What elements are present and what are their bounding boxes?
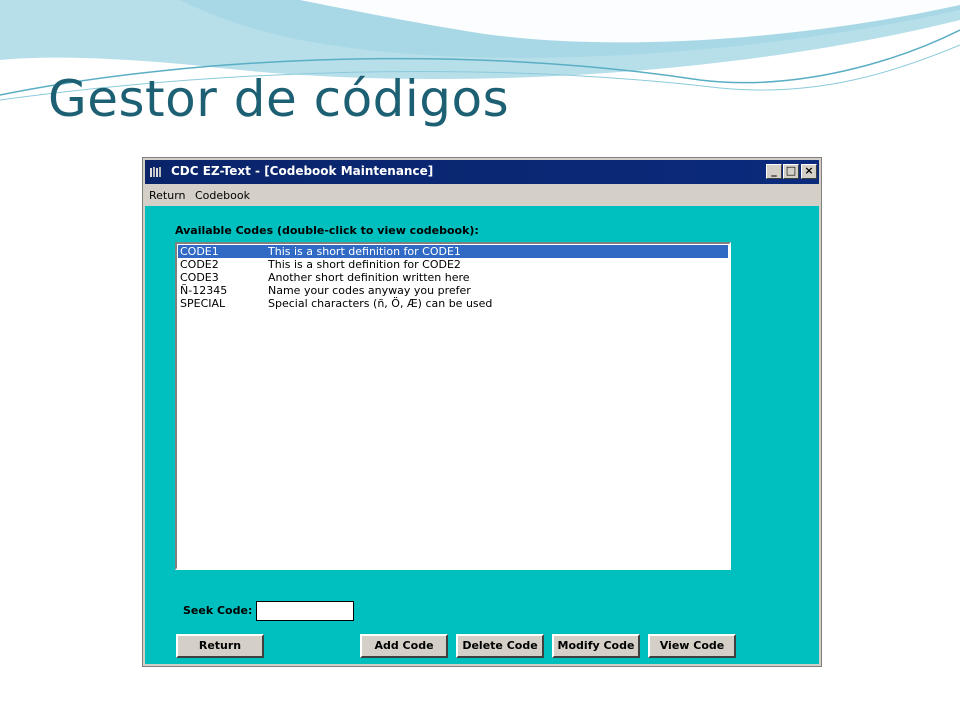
menu-return[interactable]: Return bbox=[149, 189, 186, 202]
code-name: CODE3 bbox=[180, 271, 219, 284]
code-name: SPECIAL bbox=[180, 297, 226, 310]
list-item[interactable]: Ñ-12345 Name your codes anyway you prefe… bbox=[178, 284, 728, 297]
menu-codebook[interactable]: Codebook bbox=[195, 189, 250, 202]
list-item[interactable]: SPECIAL Special characters (ñ, Ö, Æ) can… bbox=[178, 297, 728, 310]
modify-code-button[interactable]: Modify Code bbox=[552, 634, 640, 658]
code-name: CODE1 bbox=[180, 245, 219, 258]
window-title: CDC EZ-Text - [Codebook Maintenance] bbox=[171, 164, 434, 178]
return-button[interactable]: Return bbox=[176, 634, 264, 658]
window-client-area: Available Codes (double-click to view co… bbox=[145, 206, 819, 664]
view-code-button[interactable]: View Code bbox=[648, 634, 736, 658]
code-definition: This is a short definition for CODE1 bbox=[268, 245, 461, 258]
code-name: Ñ-12345 bbox=[180, 284, 228, 297]
minimize-button[interactable]: _ bbox=[766, 164, 782, 179]
seek-code-input[interactable] bbox=[256, 601, 354, 621]
code-definition: Name your codes anyway you prefer bbox=[268, 284, 471, 297]
app-icon bbox=[150, 167, 161, 177]
available-codes-label: Available Codes (double-click to view co… bbox=[175, 224, 479, 237]
code-definition: Special characters (ñ, Ö, Æ) can be used bbox=[268, 297, 493, 310]
code-definition: This is a short definition for CODE2 bbox=[268, 258, 461, 271]
code-name: CODE2 bbox=[180, 258, 219, 271]
maximize-button[interactable]: □ bbox=[783, 164, 799, 179]
delete-code-button[interactable]: Delete Code bbox=[456, 634, 544, 658]
app-window: CDC EZ-Text - [Codebook Maintenance] _ □… bbox=[142, 157, 822, 667]
close-button[interactable]: × bbox=[801, 164, 817, 179]
slide-title: Gestor de códigos bbox=[48, 70, 510, 128]
seek-code-label: Seek Code: bbox=[183, 604, 253, 617]
code-definition: Another short definition written here bbox=[268, 271, 470, 284]
list-item[interactable]: CODE2 This is a short definition for COD… bbox=[178, 258, 728, 271]
codes-listbox[interactable]: CODE1 This is a short definition for COD… bbox=[175, 242, 731, 570]
list-item[interactable]: CODE3 Another short definition written h… bbox=[178, 271, 728, 284]
menu-bar: Return Codebook bbox=[145, 185, 819, 205]
window-titlebar[interactable]: CDC EZ-Text - [Codebook Maintenance] _ □… bbox=[145, 160, 819, 184]
add-code-button[interactable]: Add Code bbox=[360, 634, 448, 658]
list-item[interactable]: CODE1 This is a short definition for COD… bbox=[178, 245, 728, 258]
